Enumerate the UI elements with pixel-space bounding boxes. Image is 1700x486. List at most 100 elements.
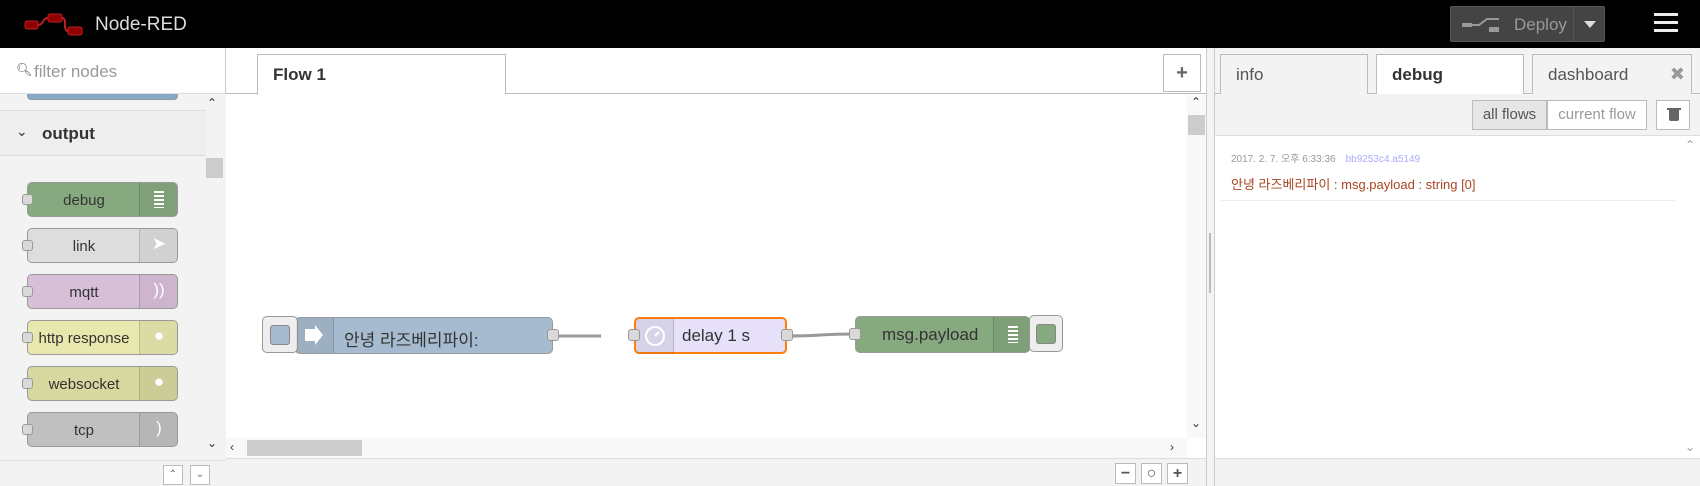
flow-node-label: 안녕 라즈베리파이: xyxy=(344,331,479,350)
output-port[interactable] xyxy=(547,329,559,341)
tab-info[interactable]: info xyxy=(1220,54,1368,95)
node-red-logo-icon xyxy=(24,13,83,36)
sidebar: info debug dashboard ✖ all flows current… xyxy=(1214,48,1700,486)
globe-icon: ● xyxy=(139,367,177,400)
list-icon xyxy=(139,183,177,216)
sidebar-footer xyxy=(1215,458,1700,486)
scroll-down-icon[interactable]: ⌄ xyxy=(1191,416,1201,430)
palette-scrollbar-thumb[interactable] xyxy=(206,158,223,178)
palette-node-http-response[interactable]: http response ● xyxy=(22,320,178,355)
tab-label: info xyxy=(1236,65,1264,84)
main-menu-button[interactable] xyxy=(1654,13,1678,33)
workspace-footer: − ○ + xyxy=(226,458,1206,486)
scrollbar-thumb[interactable] xyxy=(247,440,362,456)
tab-label: debug xyxy=(1392,65,1443,84)
debug-message-timestamp: 2017. 2. 7. 오후 6:33:36 xyxy=(1231,154,1336,165)
clear-debug-button[interactable] xyxy=(1656,100,1690,130)
flow-node-inject[interactable]: 안녕 라즈베리파이: xyxy=(262,316,559,354)
deploy-icon xyxy=(1462,18,1499,32)
scroll-down-icon[interactable]: ⌄ xyxy=(1685,440,1695,454)
globe-icon: ● xyxy=(139,321,177,354)
input-port[interactable] xyxy=(849,328,861,340)
workspace-tabs: Flow 1 + xyxy=(226,48,1206,95)
deploy-label: Deploy xyxy=(1514,15,1567,34)
palette-node-label: debug xyxy=(63,192,105,209)
deploy-dropdown-caret-icon[interactable] xyxy=(1584,21,1596,28)
list-icon xyxy=(993,317,1031,352)
scrollbar-thumb[interactable] xyxy=(1188,115,1205,135)
tab-flow-1[interactable]: Flow 1 xyxy=(257,54,506,95)
palette-footer: ⌃ ⌄ xyxy=(0,460,226,486)
palette-node-label: link xyxy=(72,238,96,255)
add-flow-tab-button[interactable]: + xyxy=(1163,54,1201,92)
tab-dashboard[interactable]: dashboard ✖ xyxy=(1532,54,1692,95)
flow-node-delay[interactable]: delay 1 s xyxy=(628,317,793,354)
flow-node-debug[interactable]: msg.payload xyxy=(849,315,1063,353)
scroll-down-icon[interactable]: ⌄ xyxy=(207,436,217,450)
arrow-in-icon xyxy=(296,318,334,353)
zoom-out-button[interactable]: − xyxy=(1115,463,1136,484)
flow-canvas[interactable]: 안녕 라즈베리파이: delay 1 s msg.payload xyxy=(226,95,1187,438)
link-out-icon: ➤ xyxy=(139,229,177,262)
scroll-right-icon[interactable]: › xyxy=(1170,440,1174,454)
zoom-reset-button[interactable]: ○ xyxy=(1141,463,1162,484)
hamburger-icon-bar xyxy=(1654,29,1678,32)
hamburger-icon-bar xyxy=(1654,13,1678,16)
debug-scrollbar[interactable]: ⌃ ⌄ xyxy=(1681,136,1700,458)
scroll-left-icon[interactable]: ‹ xyxy=(230,440,234,454)
palette-node-partial[interactable] xyxy=(27,94,178,100)
output-port[interactable] xyxy=(781,329,793,341)
tab-debug[interactable]: debug xyxy=(1376,54,1524,95)
workspace: Flow 1 + 안녕 라즈베리파이: delay 1 s msg.payloa… xyxy=(226,48,1206,486)
debug-message[interactable]: 2017. 2. 7. 오후 6:33:36 bb9253c4.a5149 안녕 … xyxy=(1221,140,1675,201)
flow-node-label: msg.payload xyxy=(882,325,979,344)
palette-search[interactable]: 🔍︎ filter nodes xyxy=(0,48,225,94)
trash-icon xyxy=(1669,110,1679,121)
filter-all-flows-button[interactable]: all flows xyxy=(1472,100,1547,130)
timer-icon xyxy=(636,319,674,354)
palette-node-debug[interactable]: debug xyxy=(22,182,178,217)
flow-node-label: delay 1 s xyxy=(682,326,751,345)
tab-label: dashboard xyxy=(1548,65,1629,84)
sidebar-separator[interactable] xyxy=(1206,48,1214,486)
canvas-horizontal-scrollbar[interactable]: ‹ › xyxy=(226,438,1187,458)
scroll-up-icon[interactable]: ⌃ xyxy=(1685,138,1695,152)
sidebar-tabs: info debug dashboard ✖ xyxy=(1215,48,1700,95)
collapse-all-icon[interactable]: ⌃ xyxy=(163,465,183,485)
debug-message-list: 2017. 2. 7. 오후 6:33:36 bb9253c4.a5149 안녕 … xyxy=(1215,136,1700,458)
expand-all-icon[interactable]: ⌄ xyxy=(190,465,210,485)
debug-message-payload: 안녕 라즈베리파이 : msg.payload : string [0] xyxy=(1231,177,1476,192)
scroll-up-icon[interactable]: ⌃ xyxy=(207,96,217,110)
palette-node-link[interactable]: link ➤ xyxy=(22,228,178,263)
mqtt-icon: )) xyxy=(139,275,177,308)
close-icon[interactable]: ✖ xyxy=(1670,64,1685,85)
palette-content: ⌄ output debug link ➤ mqtt )) http respo… xyxy=(0,94,206,460)
inject-button[interactable] xyxy=(262,316,298,353)
filter-current-flow-button[interactable]: current flow xyxy=(1547,100,1647,130)
scroll-up-icon[interactable]: ⌃ xyxy=(1191,95,1201,109)
wire xyxy=(786,332,856,338)
header-bar: Node-RED Deploy xyxy=(0,0,1700,48)
node-palette: 🔍︎ filter nodes ⌄ output debug link ➤ mq… xyxy=(0,48,226,486)
app-title: Node-RED xyxy=(95,14,187,35)
debug-message-node-id[interactable]: bb9253c4.a5149 xyxy=(1346,154,1421,165)
input-port[interactable] xyxy=(628,329,640,341)
canvas-vertical-scrollbar[interactable]: ⌃ ⌄ xyxy=(1187,95,1206,438)
debug-message-meta: 2017. 2. 7. 오후 6:33:36 bb9253c4.a5149 xyxy=(1231,150,1420,165)
bridge-icon: ) xyxy=(139,413,177,446)
palette-scrollbar[interactable] xyxy=(206,94,226,460)
flow-wires xyxy=(553,332,856,338)
zoom-in-button[interactable]: + xyxy=(1167,463,1188,484)
palette-node-tcp[interactable]: tcp ) xyxy=(22,412,178,447)
debug-toggle-button[interactable] xyxy=(1029,315,1063,352)
palette-node-mqtt[interactable]: mqtt )) xyxy=(22,274,178,309)
palette-node-label: websocket xyxy=(48,376,120,393)
palette-node-label: http response xyxy=(38,330,130,347)
tab-label: Flow 1 xyxy=(273,65,326,84)
deploy-button[interactable]: Deploy xyxy=(1450,6,1605,42)
debug-toolbar: all flows current flow xyxy=(1215,94,1700,136)
palette-search-input[interactable]: filter nodes xyxy=(34,62,117,82)
palette-node-websocket[interactable]: websocket ● xyxy=(22,366,178,401)
palette-category-header[interactable]: ⌄ output xyxy=(0,110,206,156)
palette-category-label: output xyxy=(42,124,95,143)
